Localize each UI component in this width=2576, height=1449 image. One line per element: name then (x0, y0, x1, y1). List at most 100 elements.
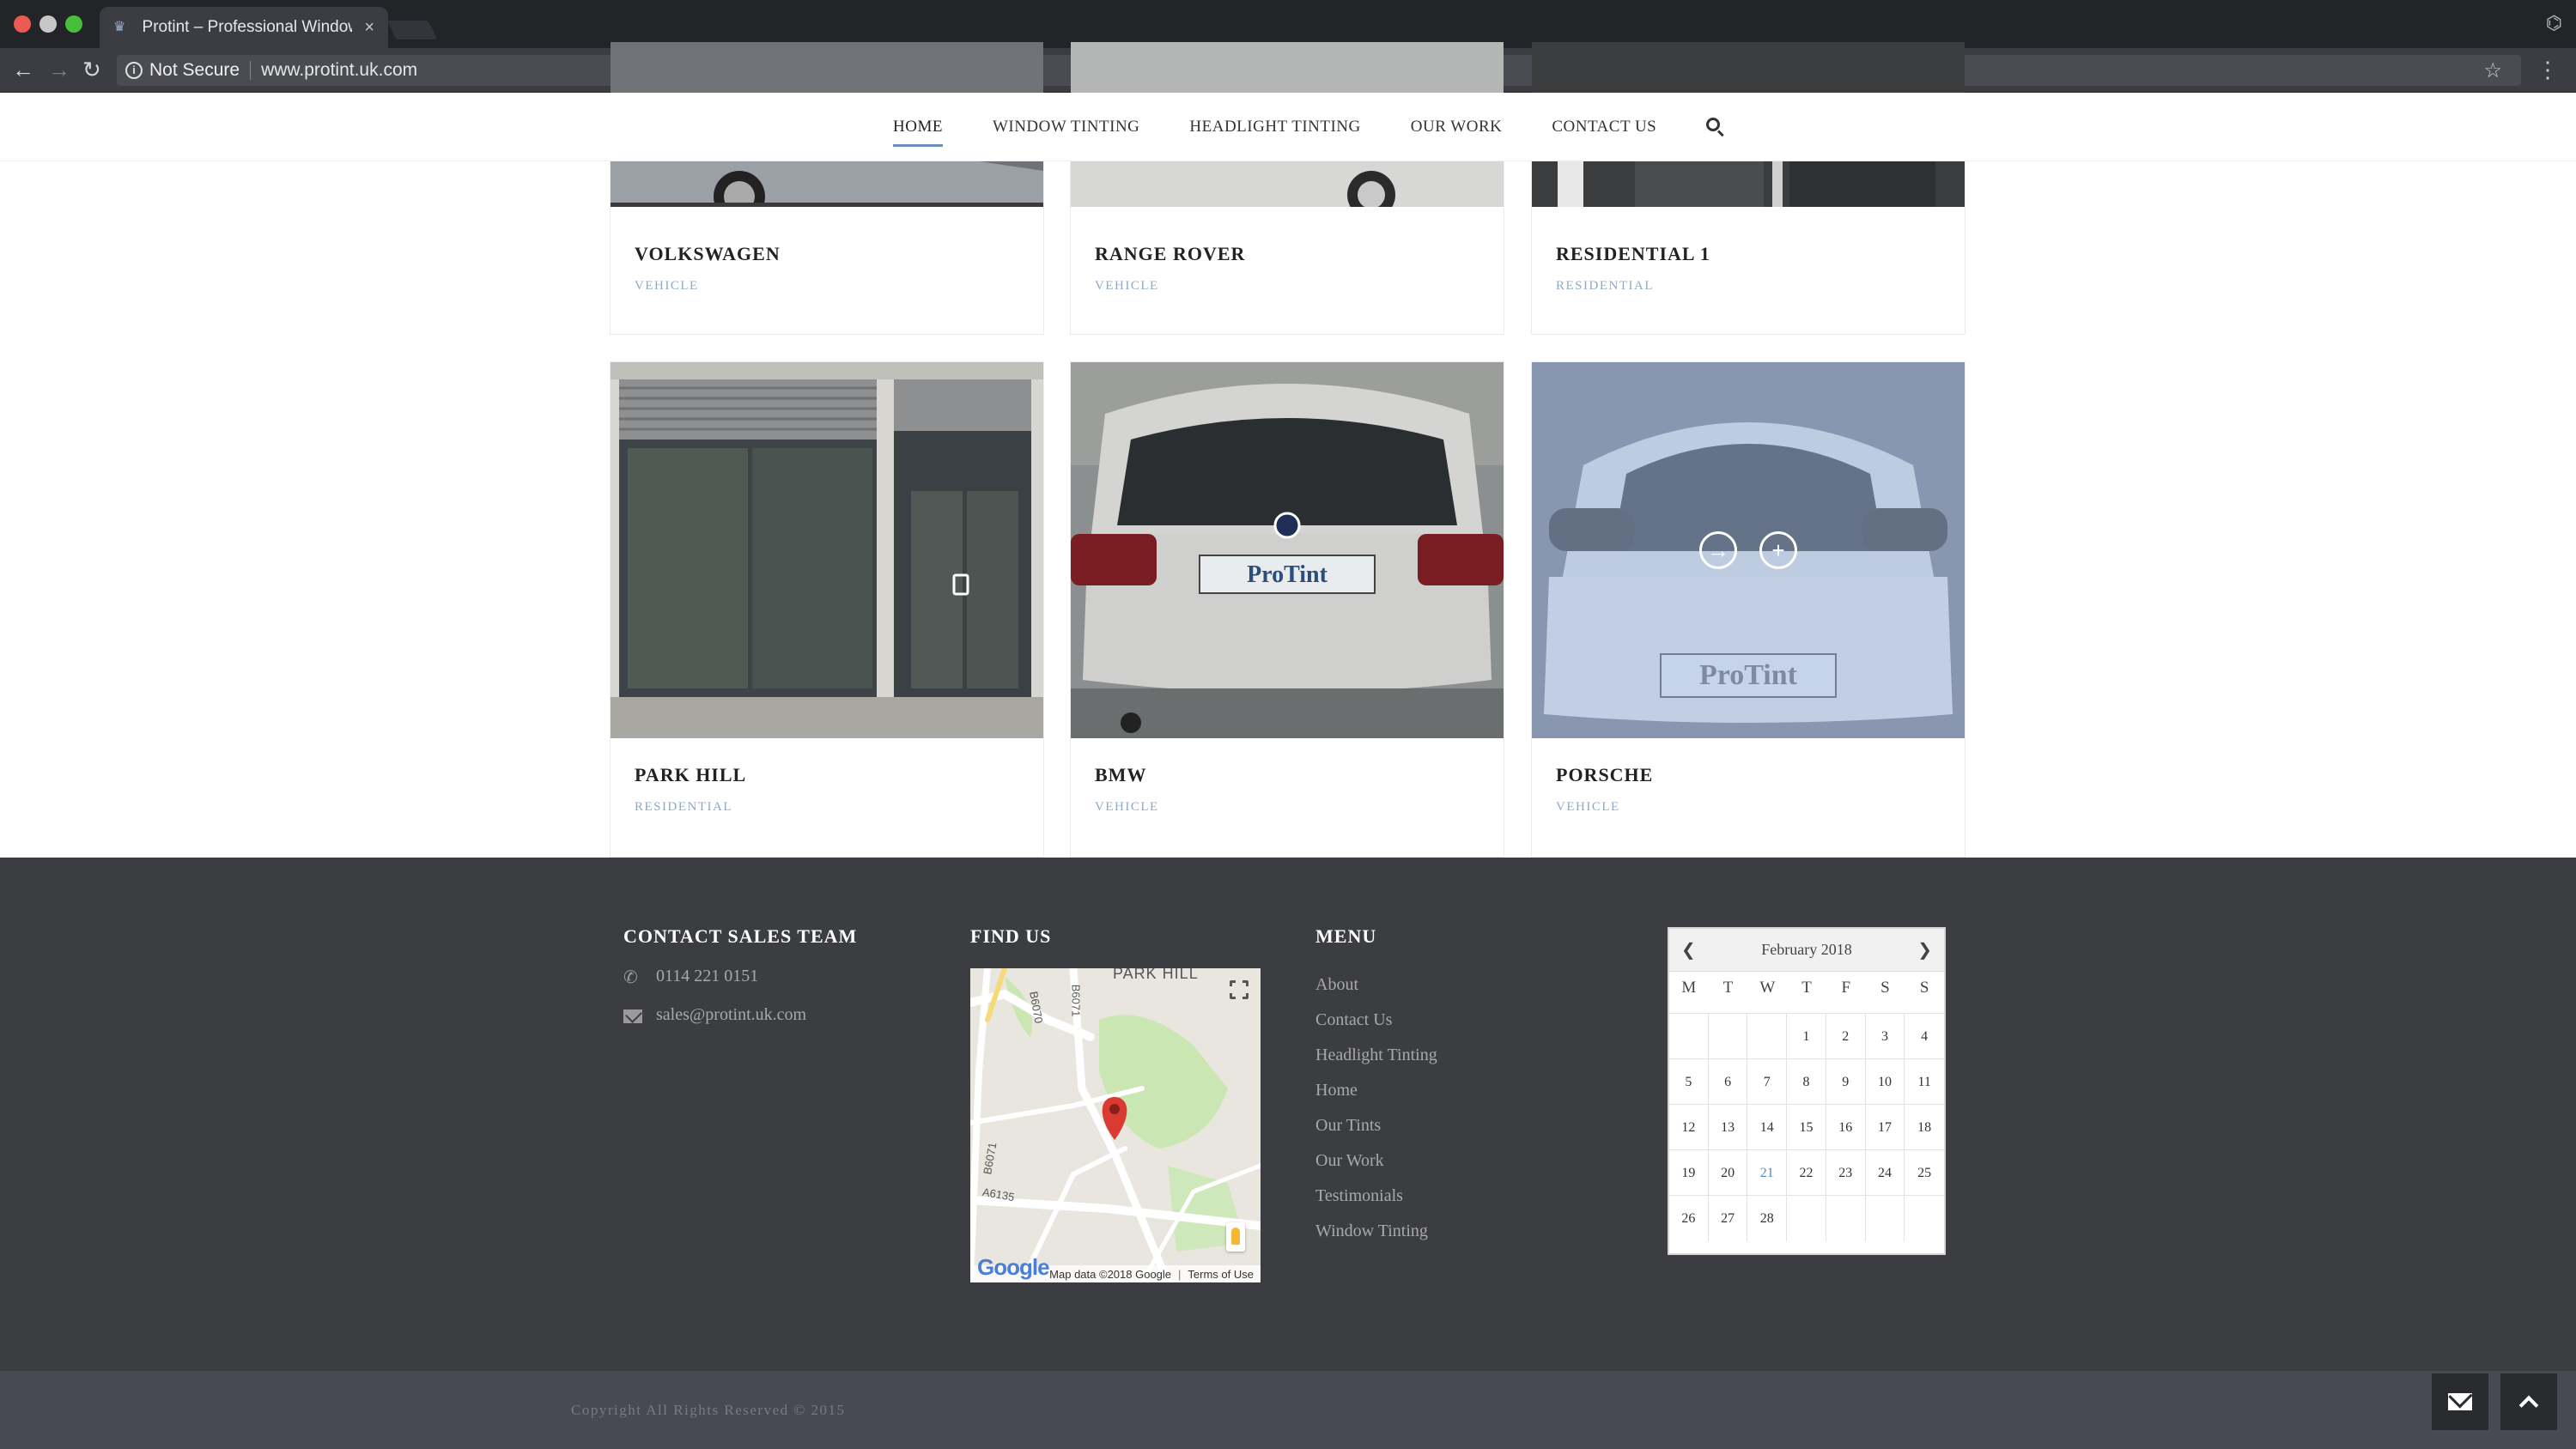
calendar-day[interactable]: 16 (1826, 1105, 1866, 1150)
portfolio-card-bmw[interactable]: ProTint BMW VEHICLE (1070, 361, 1504, 858)
calendar-day[interactable]: 14 (1747, 1105, 1788, 1150)
map-data-text: Map data ©2018 Google (1049, 1267, 1172, 1281)
calendar-day[interactable]: 27 (1709, 1196, 1748, 1241)
calendar-day[interactable]: 18 (1905, 1105, 1944, 1150)
portfolio-card-residential-1[interactable]: RESIDENTIAL 1 RESIDENTIAL (1531, 42, 1965, 335)
card-title[interactable]: VOLKSWAGEN (635, 243, 781, 265)
back-to-top-button[interactable] (2500, 1373, 2557, 1430)
email-link[interactable]: sales@protint.uk.com (656, 1005, 806, 1025)
contact-fab-button[interactable] (2432, 1373, 2488, 1430)
portfolio-thumbnail[interactable] (611, 362, 1043, 738)
nav-item-home[interactable]: HOME (893, 118, 943, 147)
calendar-day[interactable]: 28 (1747, 1196, 1788, 1241)
card-title[interactable]: PARK HILL (635, 764, 746, 786)
pegman-icon[interactable] (1226, 1222, 1245, 1252)
calendar-day[interactable]: 5 (1669, 1059, 1709, 1105)
card-category[interactable]: RESIDENTIAL (635, 800, 746, 815)
card-category[interactable]: VEHICLE (1556, 800, 1653, 815)
weekday-label: S (1880, 979, 1890, 997)
footer-menu-item-window-tinting[interactable]: Window Tinting (1315, 1222, 1437, 1240)
site-footer (0, 858, 2576, 1371)
calendar-day[interactable]: 6 (1709, 1059, 1748, 1105)
calendar-day[interactable]: 12 (1669, 1105, 1709, 1150)
map-road-label: B6071 (1069, 984, 1083, 1017)
footer-menu-item-home[interactable]: Home (1315, 1081, 1437, 1100)
fullscreen-icon[interactable] (1229, 979, 1251, 1002)
card-title[interactable]: BMW (1095, 764, 1159, 786)
weekday-label: S (1919, 979, 1929, 997)
nav-item-headlight-tinting[interactable]: HEADLIGHT TINTING (1189, 118, 1360, 136)
nav-item-window-tinting[interactable]: WINDOW TINTING (993, 118, 1139, 136)
calendar-day (1709, 1014, 1748, 1059)
map-area-label: PARK HILL (1113, 968, 1199, 982)
calendar-day[interactable]: 2 (1826, 1014, 1866, 1059)
footer-menu-item-headlight-tinting[interactable]: Headlight Tinting (1315, 1046, 1437, 1064)
calendar-day[interactable]: 9 (1826, 1059, 1866, 1105)
portfolio-thumbnail[interactable]: ProTint (1071, 362, 1504, 738)
calendar-day (1905, 1196, 1944, 1241)
calendar-prev-icon[interactable]: ❮ (1681, 939, 1696, 960)
footer-menu-item-about[interactable]: About (1315, 975, 1437, 994)
calendar-day (1866, 1196, 1905, 1241)
calendar-grid: 1 2 3 4 5 6 7 8 9 10 11 12 13 14 15 16 17 18 19 20 21 22 23 24 2… (1669, 1013, 1944, 1241)
phone-icon: ✆ (623, 966, 638, 987)
phone-number[interactable]: 0114 221 0151 (656, 967, 758, 986)
card-category[interactable]: VEHICLE (1095, 279, 1245, 294)
portfolio-card-porsche[interactable]: ProTint → + PORSCHE VEHICLE (1531, 361, 1965, 858)
calendar-day[interactable]: 22 (1787, 1150, 1826, 1196)
footer-menu-item-contact-us[interactable]: Contact Us (1315, 1010, 1437, 1029)
calendar-day[interactable]: 7 (1747, 1059, 1788, 1105)
calendar-day[interactable]: 13 (1709, 1105, 1748, 1150)
calendar-day[interactable]: 1 (1787, 1014, 1826, 1059)
footer-menu-item-testimonials[interactable]: Testimonials (1315, 1186, 1437, 1205)
calendar-day[interactable]: 11 (1905, 1059, 1944, 1105)
calendar-day[interactable]: 23 (1826, 1150, 1866, 1196)
map-terms-link[interactable]: Terms of Use (1188, 1268, 1254, 1281)
calendar-next-icon[interactable]: ❯ (1917, 939, 1932, 960)
card-title[interactable]: PORSCHE (1556, 764, 1653, 786)
portfolio-thumbnail[interactable]: ProTint → + (1532, 362, 1965, 738)
weekday-label: W (1759, 979, 1776, 997)
nav-item-our-work[interactable]: OUR WORK (1411, 118, 1503, 136)
google-logo[interactable]: Google (977, 1254, 1050, 1281)
site-navigation: HOME WINDOW TINTING HEADLIGHT TINTING OU… (0, 93, 2576, 161)
envelope-icon (2448, 1393, 2472, 1410)
find-us-heading: FIND US (970, 925, 1052, 947)
calendar-week-row: 12 13 14 15 16 17 18 (1669, 1104, 1944, 1150)
calendar-week-row: 5 6 7 8 9 10 11 (1669, 1058, 1944, 1105)
calendar-day[interactable]: 19 (1669, 1150, 1709, 1196)
portfolio-card-park-hill[interactable]: PARK HILL RESIDENTIAL (610, 361, 1044, 858)
google-map[interactable]: PARK HILL B6070 B6071 B6071 A6135 Map da… (970, 968, 1261, 1282)
calendar-day[interactable]: 25 (1905, 1150, 1944, 1196)
portfolio-card-range-rover[interactable]: RANGE ROVER VEHICLE (1070, 42, 1504, 335)
card-category[interactable]: VEHICLE (1095, 800, 1159, 815)
calendar-day[interactable]: 17 (1866, 1105, 1905, 1150)
copyright-text: Copyright All Rights Reserved © 2015 (571, 1402, 846, 1418)
bmw-plate-text: ProTint (1247, 561, 1328, 588)
plus-circle-icon[interactable]: + (1759, 531, 1797, 569)
arrow-circle-icon[interactable]: → (1699, 531, 1737, 569)
footer-menu: About Contact Us Headlight Tinting Home … (1315, 975, 1437, 1257)
portfolio-card-volkswagen[interactable]: VOLKSWAGEN VEHICLE (610, 42, 1044, 335)
calendar-day[interactable]: 21 (1747, 1150, 1788, 1196)
footer-menu-item-our-tints[interactable]: Our Tints (1315, 1116, 1437, 1135)
card-category[interactable]: VEHICLE (635, 279, 781, 294)
footer-menu-item-our-work[interactable]: Our Work (1315, 1151, 1437, 1170)
calendar-day[interactable]: 3 (1866, 1014, 1905, 1059)
nav-item-contact-us[interactable]: CONTACT US (1552, 118, 1656, 136)
calendar-widget: ❮ February 2018 ❯ M T W T F S S 12345678… (1668, 927, 1946, 1255)
calendar-day[interactable]: 26 (1669, 1196, 1709, 1241)
chevron-up-icon (2518, 1395, 2539, 1416)
search-icon[interactable] (1706, 118, 1725, 137)
card-category[interactable]: RESIDENTIAL (1556, 279, 1710, 294)
calendar-day[interactable]: 10 (1866, 1059, 1905, 1105)
calendar-day (1669, 1014, 1709, 1059)
calendar-week-row: 19 20 21 22 23 24 25 (1669, 1149, 1944, 1196)
card-title[interactable]: RANGE ROVER (1095, 243, 1245, 265)
calendar-day[interactable]: 20 (1709, 1150, 1748, 1196)
calendar-day[interactable]: 24 (1866, 1150, 1905, 1196)
calendar-day[interactable]: 8 (1787, 1059, 1826, 1105)
calendar-day[interactable]: 15 (1787, 1105, 1826, 1150)
card-title[interactable]: RESIDENTIAL 1 (1556, 243, 1710, 265)
calendar-day[interactable]: 4 (1905, 1014, 1944, 1059)
